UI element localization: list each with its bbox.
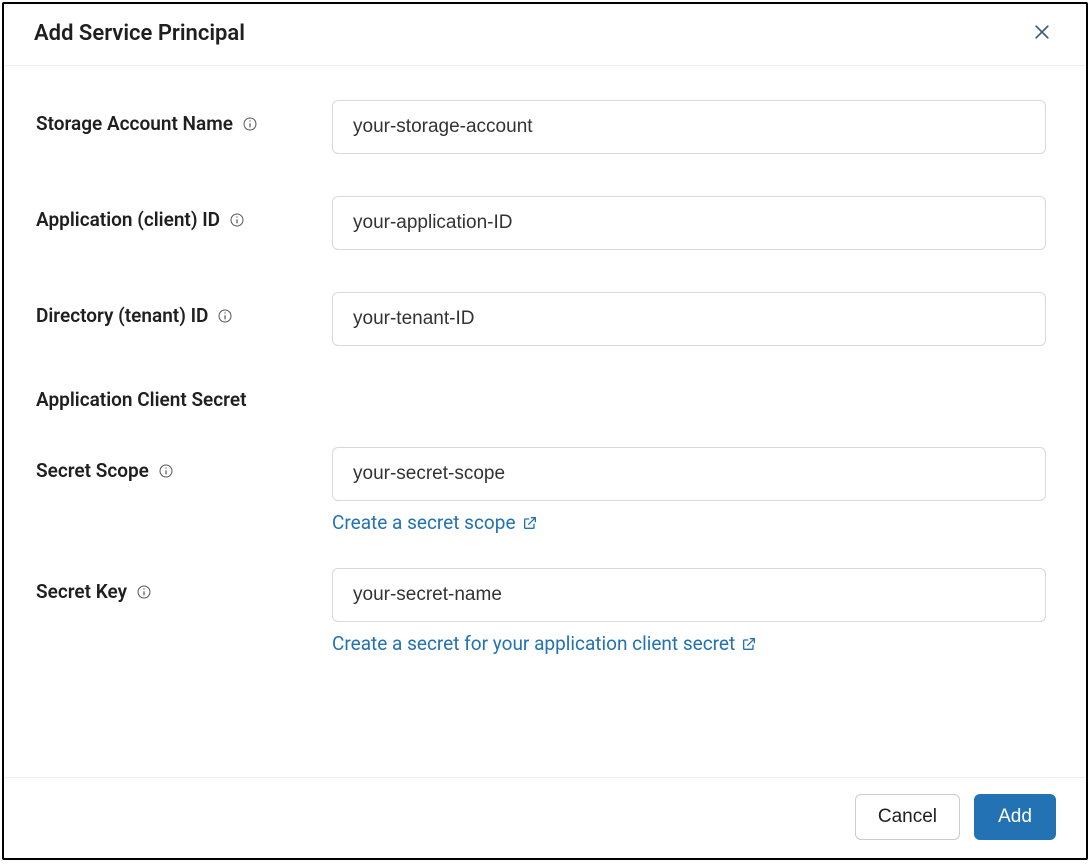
info-icon[interactable] bbox=[157, 462, 175, 480]
external-link-icon bbox=[741, 636, 757, 652]
row-secret-key: Secret Key Create a secret for your appl… bbox=[36, 568, 1046, 655]
info-icon[interactable] bbox=[241, 115, 259, 133]
close-button[interactable] bbox=[1028, 18, 1056, 49]
section-heading-application-client-secret: Application Client Secret bbox=[36, 388, 1046, 411]
row-directory-tenant-id: Directory (tenant) ID bbox=[36, 292, 1046, 346]
storage-account-name-input[interactable] bbox=[332, 100, 1046, 154]
info-icon[interactable] bbox=[216, 307, 234, 325]
row-application-client-id: Application (client) ID bbox=[36, 196, 1046, 250]
add-button[interactable]: Add bbox=[974, 794, 1056, 840]
secret-scope-input[interactable] bbox=[332, 447, 1046, 501]
label-directory-tenant-id: Directory (tenant) ID bbox=[36, 292, 332, 327]
modal-body: Storage Account Name Application (client… bbox=[4, 66, 1086, 777]
modal-footer: Cancel Add bbox=[4, 777, 1086, 858]
create-secret-link[interactable]: Create a secret for your application cli… bbox=[332, 632, 1046, 655]
info-icon[interactable] bbox=[135, 583, 153, 601]
create-secret-scope-link[interactable]: Create a secret scope bbox=[332, 511, 1046, 534]
directory-tenant-id-input[interactable] bbox=[332, 292, 1046, 346]
label-secret-key: Secret Key bbox=[36, 568, 332, 603]
link-label: Create a secret for your application cli… bbox=[332, 632, 735, 655]
close-icon bbox=[1032, 22, 1052, 45]
label-secret-scope: Secret Scope bbox=[36, 447, 332, 482]
secret-key-input[interactable] bbox=[332, 568, 1046, 622]
label-application-client-id: Application (client) ID bbox=[36, 196, 332, 231]
modal-header: Add Service Principal bbox=[4, 4, 1086, 66]
label-storage-account-name: Storage Account Name bbox=[36, 100, 332, 135]
info-icon[interactable] bbox=[228, 211, 246, 229]
row-storage-account-name: Storage Account Name bbox=[36, 100, 1046, 154]
link-label: Create a secret scope bbox=[332, 511, 516, 534]
external-link-icon bbox=[522, 515, 538, 531]
add-service-principal-modal: Add Service Principal Storage Account Na… bbox=[2, 2, 1088, 860]
application-client-id-input[interactable] bbox=[332, 196, 1046, 250]
row-secret-scope: Secret Scope Create a secret scope bbox=[36, 447, 1046, 534]
cancel-button[interactable]: Cancel bbox=[855, 794, 960, 840]
modal-title: Add Service Principal bbox=[34, 21, 245, 46]
